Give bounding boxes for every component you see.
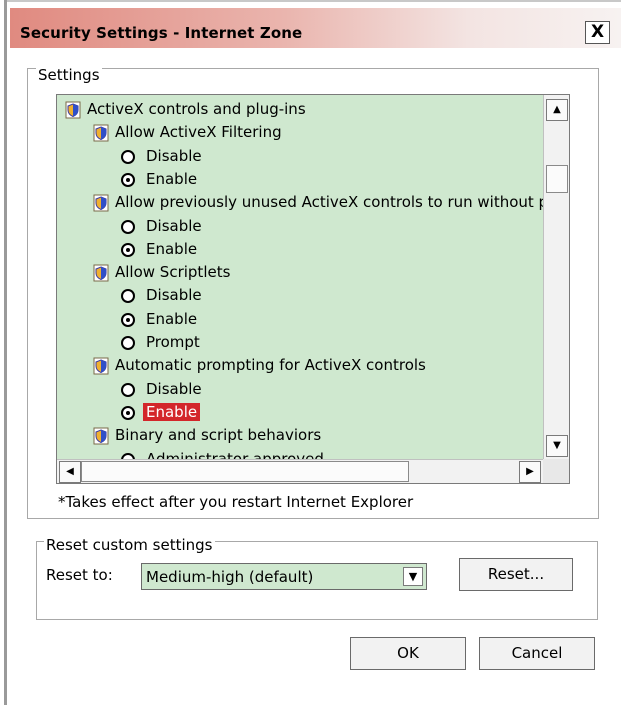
cancel-button[interactable]: Cancel xyxy=(479,637,595,670)
close-button[interactable]: X xyxy=(585,21,610,44)
scrollbar-corner xyxy=(543,459,569,483)
arrow-down-icon[interactable]: ▼ xyxy=(546,435,568,457)
shield-icon xyxy=(93,264,109,282)
option-label[interactable]: Disable xyxy=(146,286,202,304)
setting-label: Automatic prompting for ActiveX controls xyxy=(115,356,426,375)
option-label[interactable]: Disable xyxy=(146,380,202,398)
settings-tree-content: ActiveX controls and plug-ins Allow Activ… xyxy=(57,95,543,459)
shield-icon xyxy=(93,124,109,142)
option-label[interactable]: Prompt xyxy=(146,333,200,351)
shield-icon xyxy=(65,101,81,119)
setting-label: Allow Scriptlets xyxy=(115,263,231,282)
radio-button[interactable] xyxy=(121,289,135,304)
radio-button[interactable] xyxy=(121,149,135,164)
option-label[interactable]: Enable xyxy=(146,240,197,258)
reset-group-label: Reset custom settings xyxy=(44,536,215,554)
horizontal-scroll-thumb[interactable] xyxy=(81,461,409,482)
category-label: ActiveX controls and plug-ins xyxy=(87,100,306,118)
shield-icon xyxy=(93,357,109,375)
radio-button[interactable] xyxy=(121,219,135,234)
shield-icon xyxy=(93,194,109,212)
setting-label: Allow previously unused ActiveX controls… xyxy=(115,193,543,212)
settings-tree-list[interactable]: ActiveX controls and plug-ins Allow Activ… xyxy=(56,94,570,484)
setting-label: Binary and script behaviors xyxy=(115,426,322,445)
radio-button[interactable] xyxy=(121,336,135,350)
ok-button[interactable]: OK xyxy=(350,637,466,670)
vertical-scroll-thumb[interactable] xyxy=(546,165,568,193)
radio-button[interactable] xyxy=(121,382,135,397)
horizontal-scrollbar[interactable]: ◀ ▶ xyxy=(57,459,543,483)
arrow-right-icon[interactable]: ▶ xyxy=(519,461,541,483)
chevron-down-icon[interactable]: ▼ xyxy=(403,567,423,586)
radio-button[interactable] xyxy=(121,312,135,327)
option-label[interactable]: Enable xyxy=(146,170,197,188)
option-label[interactable]: Disable xyxy=(146,217,202,235)
arrow-up-icon[interactable]: ▲ xyxy=(546,99,568,121)
shield-icon xyxy=(93,427,109,445)
window-left-edge xyxy=(4,0,7,705)
restart-note: *Takes effect after you restart Internet… xyxy=(58,493,414,511)
window-title: Security Settings - Internet Zone xyxy=(20,24,303,42)
radio-button[interactable] xyxy=(121,172,135,187)
setting-label: Allow ActiveX Filtering xyxy=(115,123,282,142)
option-label[interactable]: Administrator approved xyxy=(146,450,324,460)
vertical-scrollbar[interactable]: ▲ ▼ xyxy=(543,95,569,459)
reset-to-label: Reset to: xyxy=(46,566,113,584)
option-label[interactable]: Enable xyxy=(146,310,197,328)
arrow-left-icon[interactable]: ◀ xyxy=(59,461,81,483)
radio-button[interactable] xyxy=(121,242,135,257)
title-bar[interactable]: Security Settings - Internet Zone X xyxy=(10,8,621,48)
option-label[interactable]: Disable xyxy=(146,147,202,165)
reset-level-select[interactable]: Medium-high (default) ▼ xyxy=(141,563,427,590)
option-label[interactable]: Enable xyxy=(143,402,201,421)
reset-level-value: Medium-high (default) xyxy=(146,568,314,586)
settings-group-label: Settings xyxy=(36,66,102,84)
window-top-edge xyxy=(4,0,621,2)
reset-button[interactable]: Reset... xyxy=(459,558,573,591)
radio-button[interactable] xyxy=(121,405,135,420)
